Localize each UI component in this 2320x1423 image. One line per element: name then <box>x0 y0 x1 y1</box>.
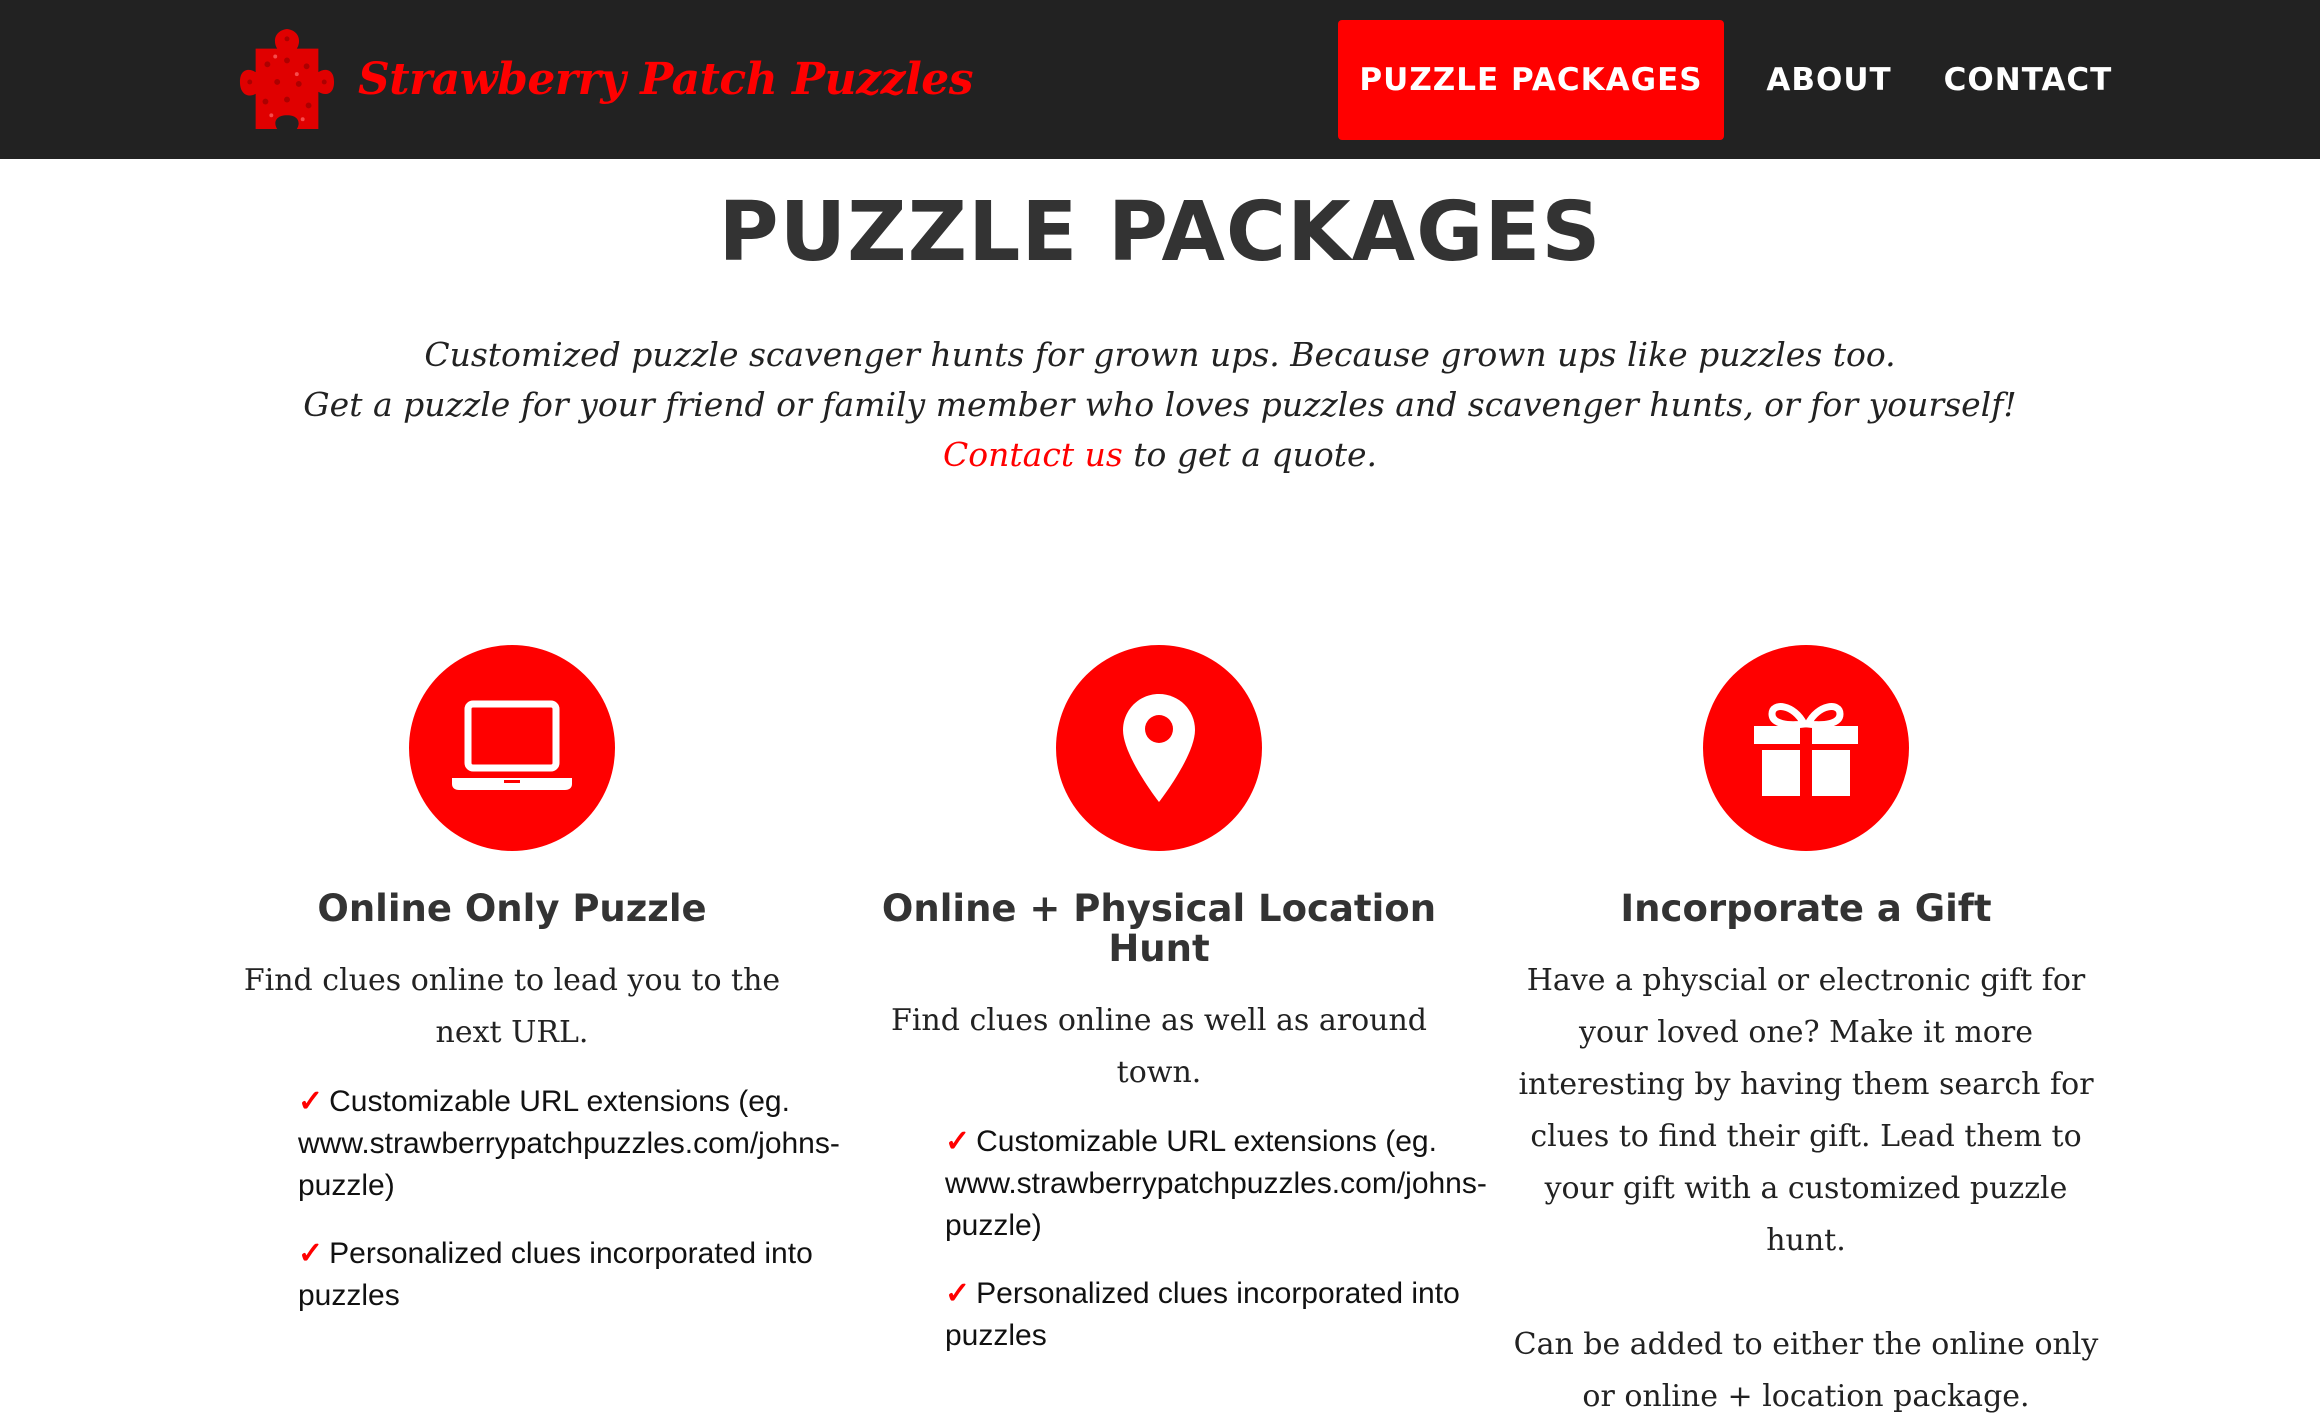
feature-item: ✓ Personalized clues incorporated into pu… <box>298 1233 858 1317</box>
gift-icon <box>1754 703 1858 796</box>
nav-item-puzzle-packages[interactable]: PUZZLE PACKAGES <box>1338 20 1724 140</box>
package-description: Find clues online to lead you to the nex… <box>243 963 781 1050</box>
package-icon-circle <box>1056 645 1262 851</box>
feature-item: ✓ Personalized clues incorporated into pu… <box>945 1273 1515 1357</box>
site-logo-text: Strawberry Patch Puzzles <box>358 54 974 105</box>
package-gift: Incorporate a Gift Have a physcial or el… <box>1506 645 2106 1423</box>
feature-text: Customizable URL extensions (eg. www.str… <box>945 1125 1487 1242</box>
laptop-icon <box>452 700 572 790</box>
nav-item-contact[interactable]: CONTACT <box>1928 20 2128 140</box>
intro-line-3: Contact us to get a quote. <box>0 430 2320 480</box>
feature-item: ✓ Customizable URL extensions (eg. www.st… <box>945 1121 1515 1247</box>
nav-item-about[interactable]: ABOUT <box>1754 20 1904 140</box>
puzzle-piece-logo-icon <box>239 28 335 129</box>
map-pin-icon <box>1123 694 1195 802</box>
feature-list: ✓ Customizable URL extensions (eg. www.st… <box>298 1081 858 1317</box>
package-online-physical: Online + Physical Location Hunt Find clu… <box>859 645 1487 1383</box>
package-description: Have a physcial or electronic gift for y… <box>1518 963 2094 1258</box>
site-logo-link[interactable]: Strawberry Patch Puzzles <box>238 22 974 137</box>
package-online-only: Online Only Puzzle Find clues online to … <box>212 645 840 1343</box>
intro-line-1: Customized puzzle scavenger hunts for gr… <box>424 335 1896 374</box>
package-title: Online + Physical Location Hunt <box>881 887 1437 970</box>
intro-line-3-rest: to get a quote. <box>1122 435 1377 474</box>
intro-text: Customized puzzle scavenger hunts for gr… <box>0 330 2320 480</box>
package-title: Incorporate a Gift <box>1620 887 1992 930</box>
checkmark-icon: ✓ <box>945 1125 971 1158</box>
feature-list: ✓ Customizable URL extensions (eg. www.st… <box>945 1121 1515 1357</box>
page-title: PUZZLE PACKAGES <box>718 185 1602 280</box>
checkmark-icon: ✓ <box>945 1277 971 1310</box>
feature-text: Personalized clues incorporated into puz… <box>945 1277 1460 1352</box>
package-title: Online Only Puzzle <box>317 887 707 930</box>
package-description: Find clues online as well as around town… <box>891 1003 1427 1090</box>
feature-item: ✓ Customizable URL extensions (eg. www.st… <box>298 1081 858 1207</box>
checkmark-icon: ✓ <box>298 1085 324 1118</box>
package-icon-circle <box>1703 645 1909 851</box>
feature-text: Customizable URL extensions (eg. www.str… <box>298 1085 840 1202</box>
contact-us-link[interactable]: Contact us <box>943 435 1123 474</box>
feature-text: Personalized clues incorporated into puz… <box>298 1237 813 1312</box>
package-icon-circle <box>409 645 615 851</box>
site-header: Strawberry Patch Puzzles PUZZLE PACKAGES… <box>0 0 2320 159</box>
package-note: Can be added to either the online only o… <box>1513 1327 2099 1414</box>
checkmark-icon: ✓ <box>298 1237 324 1270</box>
intro-line-2: Get a puzzle for your friend or family m… <box>303 385 2017 424</box>
